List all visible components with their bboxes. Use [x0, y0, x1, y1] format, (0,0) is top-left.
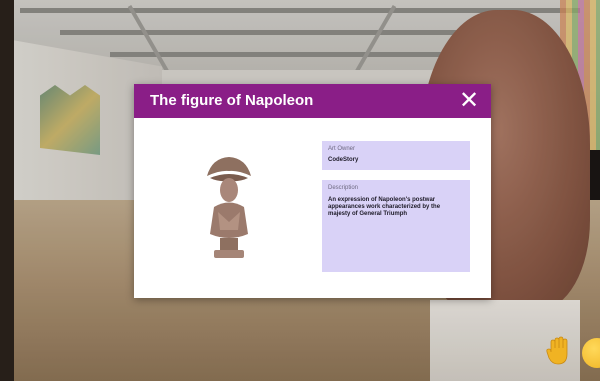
- napoleon-bust-image: [207, 157, 251, 258]
- art-owner-label: Art Owner: [328, 146, 356, 152]
- description-label: Description: [328, 185, 359, 191]
- artwork-modal: The figure of Napoleon ✕ Art Owner CodeS…: [134, 84, 491, 298]
- art-owner-value: CodeStory: [328, 157, 359, 163]
- description-value: An expression of Napoleon's postwar appe…: [328, 197, 441, 217]
- modal-header: The figure of Napoleon ✕: [134, 84, 491, 118]
- raise-hand-icon[interactable]: [546, 336, 572, 366]
- modal-title: The figure of Napoleon: [150, 92, 314, 109]
- description-field: Description An expression of Napoleon's …: [322, 180, 470, 272]
- close-icon[interactable]: ✕: [457, 89, 481, 113]
- art-owner-field: Art Owner CodeStory: [322, 141, 470, 170]
